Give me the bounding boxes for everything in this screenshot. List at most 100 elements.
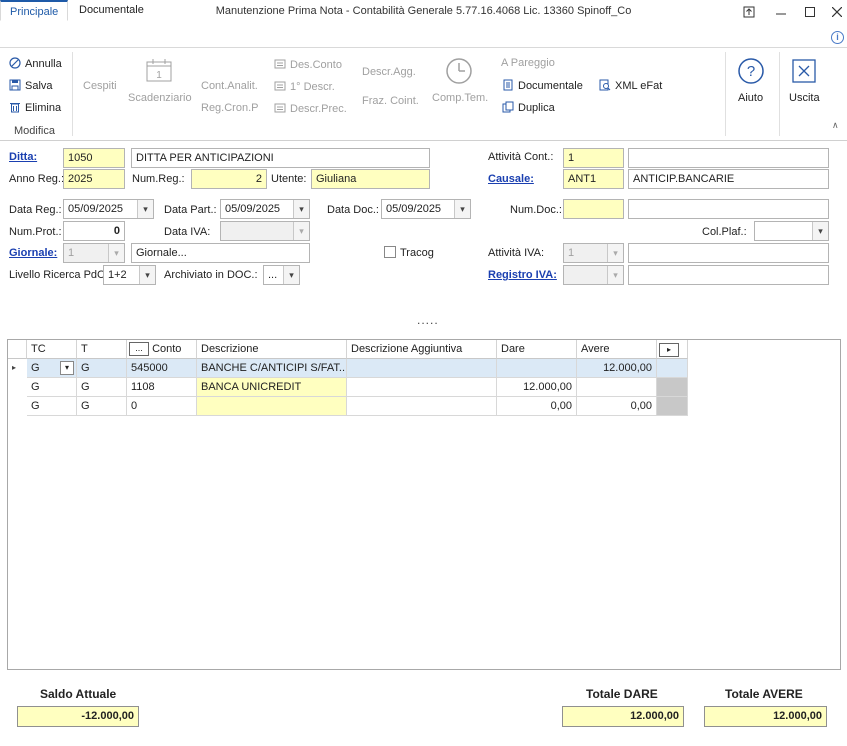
tracog-checkbox[interactable] bbox=[384, 246, 396, 258]
ribbon-collapse-icon[interactable]: ∧ bbox=[832, 120, 839, 131]
ditta-code-field[interactable]: 1050 bbox=[63, 148, 125, 168]
column-header-expand[interactable]: ▸ bbox=[657, 340, 688, 359]
minimize-button[interactable] bbox=[770, 3, 792, 21]
causale-desc-field[interactable]: ANTICIP.BANCARIE bbox=[628, 169, 829, 189]
data-iva-field[interactable]: ▾ bbox=[220, 221, 310, 241]
livello-ricerca-field[interactable]: 1+2 ▾ bbox=[103, 265, 156, 285]
table-cell-descrizione[interactable] bbox=[197, 397, 347, 416]
chevron-down-icon[interactable]: ▾ bbox=[60, 361, 74, 375]
splitter-handle[interactable]: ..... bbox=[417, 313, 439, 327]
utente-field[interactable]: Giuliana bbox=[311, 169, 430, 189]
des-conto-button[interactable]: Des.Conto bbox=[274, 58, 342, 71]
attivita-iva-field[interactable]: 1 ▾ bbox=[563, 243, 624, 263]
chevron-down-icon[interactable]: ▾ bbox=[454, 200, 470, 218]
attivita-cont-desc-field[interactable] bbox=[628, 148, 829, 168]
table-cell-conto[interactable]: 545000 bbox=[127, 359, 197, 378]
chevron-down-icon[interactable]: ▾ bbox=[137, 200, 153, 218]
registro-iva-desc-field[interactable] bbox=[628, 265, 829, 285]
column-header-descr-agg[interactable]: Descrizione Aggiuntiva bbox=[347, 340, 497, 359]
descr-prec-button[interactable]: Descr.Prec. bbox=[274, 102, 347, 115]
exit-icon[interactable] bbox=[791, 58, 817, 87]
scadenziario-button[interactable]: Scadenziario bbox=[128, 92, 192, 104]
table-cell-t[interactable]: G bbox=[77, 359, 127, 378]
table-cell-tc[interactable]: G bbox=[27, 378, 77, 397]
table-cell-dare[interactable] bbox=[497, 359, 577, 378]
attivita-iva-desc-field[interactable] bbox=[628, 243, 829, 263]
chevron-down-icon[interactable]: ▾ bbox=[108, 244, 124, 262]
cespiti-button[interactable]: Cespiti bbox=[83, 80, 117, 92]
close-button[interactable] bbox=[826, 3, 847, 21]
restore-window-icon[interactable] bbox=[738, 3, 760, 21]
anno-reg-field[interactable]: 2025 bbox=[63, 169, 125, 189]
table-cell-avere[interactable] bbox=[577, 378, 657, 397]
table-cell-dare[interactable]: 12.000,00 bbox=[497, 378, 577, 397]
column-header-dare[interactable]: Dare bbox=[497, 340, 577, 359]
chevron-down-icon[interactable]: ▾ bbox=[812, 222, 828, 240]
table-cell-descrizione[interactable]: BANCA UNICREDIT bbox=[197, 378, 347, 397]
a-pareggio-button[interactable]: A Pareggio bbox=[501, 57, 555, 69]
chevron-down-icon[interactable]: ▾ bbox=[293, 222, 309, 240]
column-header-avere[interactable]: Avere bbox=[577, 340, 657, 359]
chevron-down-icon[interactable]: ▾ bbox=[293, 200, 309, 218]
chevron-down-icon[interactable]: ▾ bbox=[607, 244, 623, 262]
giornale-desc-field[interactable]: Giornale... bbox=[131, 243, 310, 263]
documentale-button[interactable]: Documentale bbox=[502, 79, 583, 92]
causale-code-field[interactable]: ANT1 bbox=[563, 169, 624, 189]
xml-efat-button[interactable]: XML eFat bbox=[599, 79, 662, 92]
maximize-button[interactable] bbox=[799, 3, 821, 21]
table-cell-t[interactable]: G bbox=[77, 397, 127, 416]
primo-descr-button[interactable]: 1° Descr. bbox=[274, 80, 335, 93]
table-cell-tc[interactable]: G ▾ bbox=[27, 359, 77, 378]
column-header-tc[interactable]: TC bbox=[27, 340, 77, 359]
chevron-right-icon[interactable]: ▸ bbox=[659, 343, 679, 357]
num-reg-field[interactable]: 2 bbox=[191, 169, 267, 189]
chevron-down-icon[interactable]: ▾ bbox=[283, 266, 299, 284]
data-doc-field[interactable]: 05/09/2025 ▾ bbox=[381, 199, 471, 219]
data-part-field[interactable]: 05/09/2025 ▾ bbox=[220, 199, 310, 219]
help-icon[interactable]: ? bbox=[737, 57, 765, 88]
reg-cron-p-button[interactable]: Reg.Cron.P bbox=[201, 102, 258, 114]
descr-agg-button[interactable]: Descr.Agg. bbox=[362, 66, 416, 78]
column-chooser-button[interactable]: ... bbox=[129, 342, 149, 356]
table-cell-conto[interactable]: 0 bbox=[127, 397, 197, 416]
registro-iva-field[interactable]: ▾ bbox=[563, 265, 624, 285]
table-cell-t[interactable]: G bbox=[77, 378, 127, 397]
comp-tem-button[interactable]: Comp.Tem. bbox=[432, 92, 488, 104]
column-header-t[interactable]: T bbox=[77, 340, 127, 359]
num-prot-field[interactable]: 0 bbox=[63, 221, 125, 241]
data-reg-field[interactable]: 05/09/2025 ▾ bbox=[63, 199, 154, 219]
archiviato-field[interactable]: ... ▾ bbox=[263, 265, 300, 285]
table-cell-avere[interactable]: 12.000,00 bbox=[577, 359, 657, 378]
column-header-conto[interactable]: ... Conto bbox=[127, 340, 197, 359]
table-cell-descr-agg[interactable] bbox=[347, 359, 497, 378]
tab-documentale[interactable]: Documentale bbox=[70, 0, 153, 20]
attivita-cont-field[interactable]: 1 bbox=[563, 148, 624, 168]
registro-iva-link[interactable]: Registro IVA: bbox=[488, 269, 557, 281]
cont-analit-button[interactable]: Cont.Analit. bbox=[201, 80, 258, 92]
giornale-code-field[interactable]: 1 ▾ bbox=[63, 243, 125, 263]
info-icon[interactable]: i bbox=[831, 31, 844, 44]
num-doc-ext-field[interactable] bbox=[628, 199, 829, 219]
chevron-down-icon[interactable]: ▾ bbox=[607, 266, 623, 284]
table-cell-descr-agg[interactable] bbox=[347, 378, 497, 397]
table-cell-conto[interactable]: 1108 bbox=[127, 378, 197, 397]
uscita-button[interactable]: Uscita bbox=[789, 92, 820, 104]
tab-principale[interactable]: Principale bbox=[0, 0, 69, 21]
column-header-descrizione[interactable]: Descrizione bbox=[197, 340, 347, 359]
col-plaf-field[interactable]: ▾ bbox=[754, 221, 829, 241]
ditta-name-field[interactable]: DITTA PER ANTICIPAZIONI bbox=[131, 148, 430, 168]
causale-link[interactable]: Causale: bbox=[488, 173, 534, 185]
fraz-coint-button[interactable]: Fraz. Coint. bbox=[362, 95, 419, 107]
salva-button[interactable]: Salva bbox=[9, 79, 53, 92]
annulla-button[interactable]: Annulla bbox=[9, 57, 62, 70]
duplica-button[interactable]: Duplica bbox=[502, 101, 555, 114]
table-cell-descrizione[interactable]: BANCHE C/ANTICIPI S/FAT... bbox=[197, 359, 347, 378]
table-cell-tc[interactable]: G bbox=[27, 397, 77, 416]
giornale-link[interactable]: Giornale: bbox=[9, 247, 57, 259]
ditta-link[interactable]: Ditta: bbox=[9, 151, 37, 163]
table-cell-descr-agg[interactable] bbox=[347, 397, 497, 416]
table-cell-dare[interactable]: 0,00 bbox=[497, 397, 577, 416]
chevron-down-icon[interactable]: ▾ bbox=[139, 266, 155, 284]
num-doc-field[interactable] bbox=[563, 199, 624, 219]
elimina-button[interactable]: Elimina bbox=[9, 101, 61, 114]
